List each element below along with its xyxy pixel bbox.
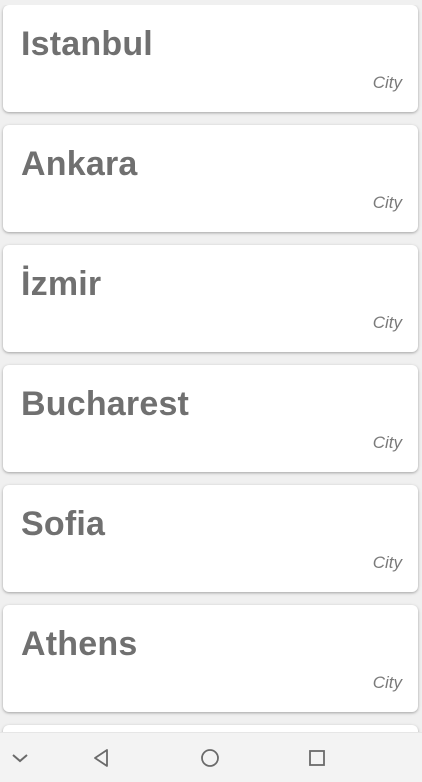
city-card-athens[interactable]: Athens City bbox=[3, 605, 418, 712]
city-type-label: City bbox=[372, 553, 402, 572]
city-name: Bucharest bbox=[21, 385, 190, 423]
city-card-bucharest[interactable]: Bucharest City bbox=[3, 365, 418, 472]
screen: Istanbul City Ankara City İzmir City Buc… bbox=[0, 0, 422, 782]
city-name: Ankara bbox=[21, 145, 138, 183]
city-card-sofia[interactable]: Sofia City bbox=[3, 485, 418, 592]
chevron-down-icon[interactable] bbox=[0, 733, 50, 782]
city-type-label: City bbox=[372, 73, 402, 92]
city-type-label: City bbox=[372, 193, 402, 212]
city-name: Istanbul bbox=[21, 25, 153, 63]
home-icon[interactable] bbox=[180, 733, 240, 782]
city-type-label: City bbox=[372, 673, 402, 692]
recents-icon[interactable] bbox=[287, 733, 347, 782]
city-type-label: City bbox=[372, 433, 402, 452]
city-name: Sofia bbox=[21, 505, 106, 543]
city-card-ankara[interactable]: Ankara City bbox=[3, 125, 418, 232]
city-name: İzmir bbox=[21, 265, 102, 303]
city-card-istanbul[interactable]: Istanbul City bbox=[3, 5, 418, 112]
city-card-izmir[interactable]: İzmir City bbox=[3, 245, 418, 352]
city-card-partial[interactable] bbox=[3, 725, 418, 732]
city-name: Athens bbox=[21, 625, 138, 663]
back-icon[interactable] bbox=[72, 733, 132, 782]
city-type-label: City bbox=[372, 313, 402, 332]
city-list[interactable]: Istanbul City Ankara City İzmir City Buc… bbox=[0, 5, 422, 732]
system-navigation-bar bbox=[0, 732, 422, 782]
